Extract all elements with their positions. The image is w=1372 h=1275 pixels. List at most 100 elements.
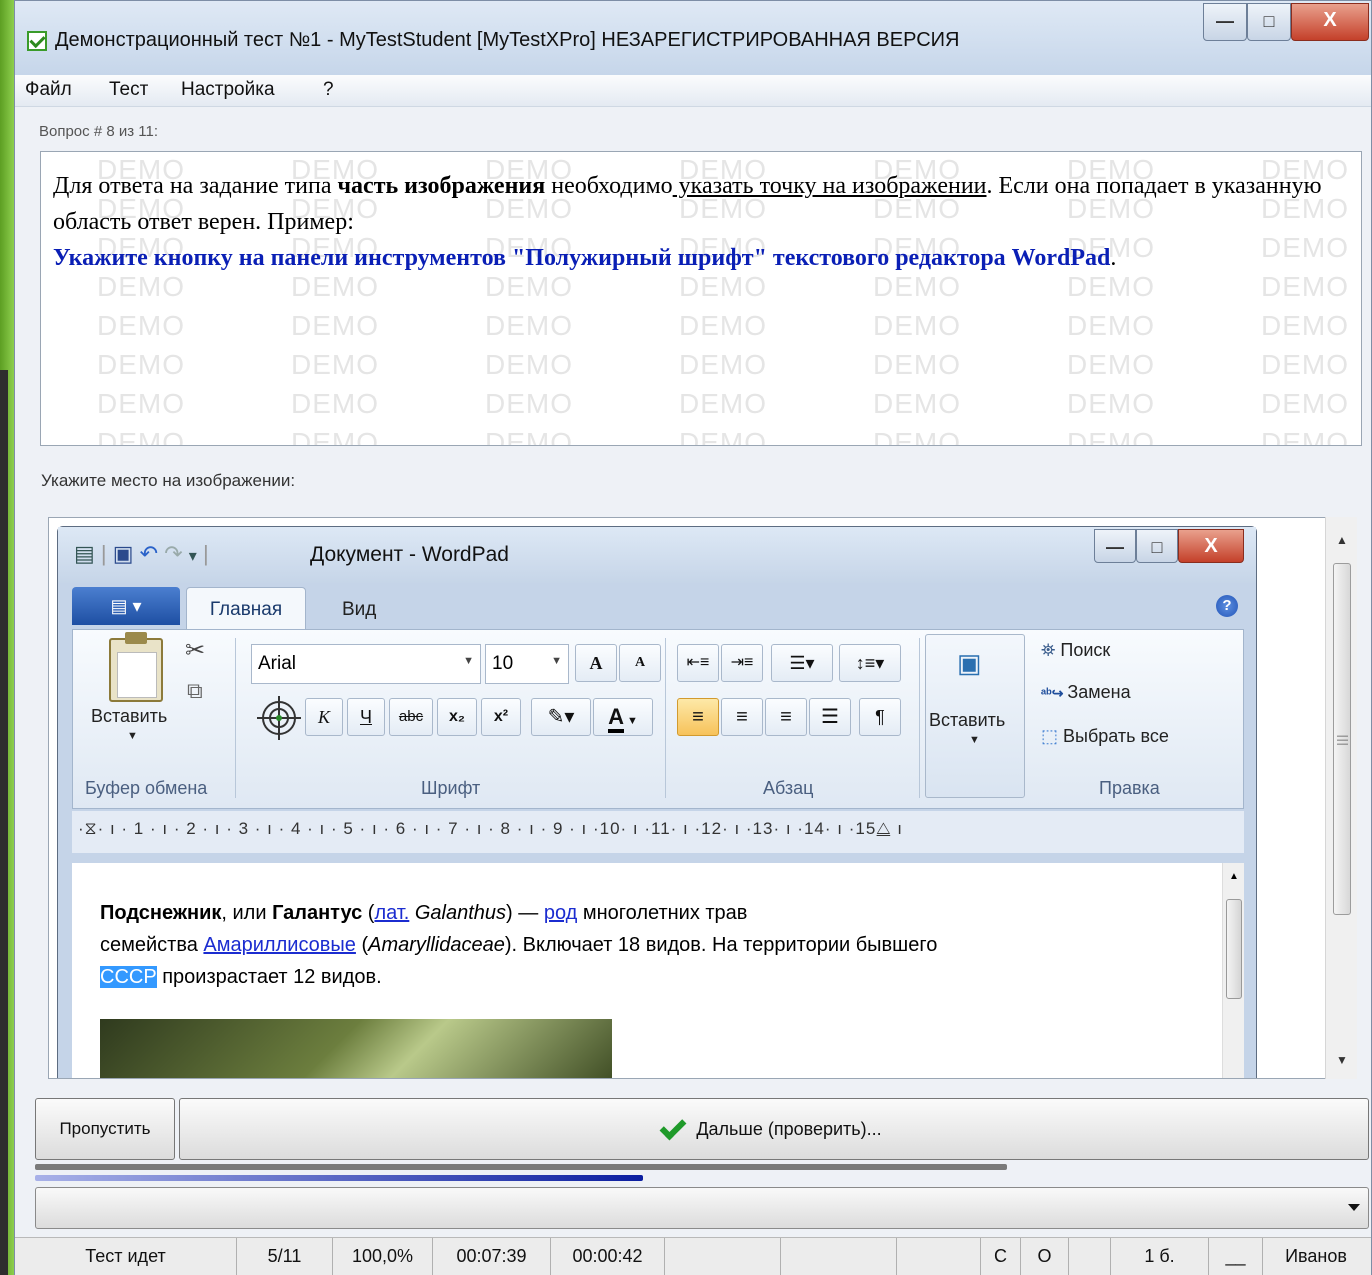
- text-color-button[interactable]: A ▼: [593, 698, 653, 736]
- wordpad-app-icon[interactable]: ▤: [74, 541, 95, 566]
- font-name-select[interactable]: Arial ▼: [251, 644, 481, 684]
- document-scrollbar[interactable]: ▲: [1222, 863, 1244, 1078]
- tab-home[interactable]: Главная: [186, 587, 306, 633]
- document-area[interactable]: Подснежник, или Галантус (лат. Galanthus…: [72, 863, 1222, 1078]
- group-clipboard-label: Буфер обмена: [85, 778, 208, 798]
- italic-button[interactable]: К: [305, 698, 343, 736]
- doc-link-genus[interactable]: род: [544, 902, 577, 924]
- superscript-button[interactable]: x²: [481, 698, 521, 736]
- align-center-button[interactable]: ≡: [721, 698, 763, 736]
- paragraph-icon: ¶: [875, 707, 885, 727]
- window-controls: — □ X: [1203, 3, 1369, 41]
- window-titlebar[interactable]: Демонстрационный тест №1 - MyTestStudent…: [15, 1, 1371, 75]
- cut-icon[interactable]: ✂: [185, 636, 205, 665]
- highlighter-icon: ✎▾: [547, 706, 575, 728]
- question-task-end: .: [1110, 245, 1117, 271]
- demo-watermark-text: DEMO: [1067, 427, 1155, 446]
- demo-watermark-text: DEMO: [1261, 388, 1349, 419]
- doc-latin-family: Amaryllidaceae: [368, 934, 505, 956]
- save-icon[interactable]: ▣: [113, 541, 134, 566]
- desktop-edge: [0, 370, 8, 1275]
- image-scrollbar[interactable]: ▲ ― ― ― ▼: [1325, 517, 1357, 1079]
- align-center-icon: ≡: [736, 706, 748, 728]
- select-all-button[interactable]: ⬚ Выбрать все: [1041, 726, 1169, 747]
- bold-button-crosshair-icon[interactable]: [255, 694, 303, 742]
- doc-text-part: ). Включает 18 видов. На территории бывш…: [504, 934, 938, 956]
- scroll-up-icon[interactable]: ▲: [1326, 525, 1358, 555]
- ruler-gap: [72, 853, 1244, 863]
- wordpad-close-button[interactable]: X: [1178, 529, 1244, 563]
- align-left-button[interactable]: ≡: [677, 698, 719, 736]
- wordpad-screenshot[interactable]: ▤ | ▣ ↶ ↷ ▾ | Документ - WordPad — □ X ▤…: [57, 526, 1257, 1078]
- scroll-up-icon[interactable]: ▲: [1229, 871, 1239, 882]
- underline-button[interactable]: Ч: [347, 698, 385, 736]
- app-menu-button[interactable]: ▤ ▾: [72, 587, 180, 625]
- wordpad-titlebar[interactable]: ▤ | ▣ ↶ ↷ ▾ | Документ - WordPad — □ X: [58, 527, 1256, 583]
- tab-view[interactable]: Вид: [342, 599, 376, 621]
- strikethrough-button[interactable]: abc: [389, 698, 433, 736]
- close-button[interactable]: X: [1291, 3, 1369, 41]
- redo-icon[interactable]: ↷: [164, 541, 182, 566]
- copy-icon[interactable]: ⧉: [187, 678, 203, 704]
- answer-image-area[interactable]: ▤ | ▣ ↶ ↷ ▾ | Документ - WordPad — □ X ▤…: [48, 517, 1338, 1079]
- progress-bar: [35, 1175, 1007, 1181]
- line-spacing-button[interactable]: ↕≡▾: [839, 644, 901, 682]
- maximize-button[interactable]: □: [1247, 3, 1291, 41]
- demo-watermark-text: DEMO: [97, 427, 185, 446]
- scroll-down-icon[interactable]: ▼: [1326, 1045, 1358, 1075]
- grow-font-icon: A: [589, 653, 603, 673]
- replace-label: Замена: [1067, 682, 1131, 702]
- progress-track: [35, 1164, 1007, 1170]
- list-button[interactable]: ☰▾: [771, 644, 833, 682]
- status-time-question: 00:00:42: [551, 1238, 665, 1275]
- chevron-down-icon[interactable]: [1348, 1204, 1360, 1211]
- find-button[interactable]: ⛯ Поиск: [1041, 640, 1110, 661]
- doc-text-part: ) —: [506, 902, 544, 924]
- next-check-button[interactable]: Дальше (проверить)...: [179, 1098, 1369, 1160]
- status-empty: [781, 1238, 897, 1275]
- demo-watermark-text: DEMO: [97, 349, 185, 380]
- doc-link-lat[interactable]: лат.: [374, 902, 409, 924]
- font-size-select[interactable]: 10 ▼: [485, 644, 569, 684]
- paste-button-label[interactable]: Вставить: [91, 706, 167, 727]
- minimize-button[interactable]: —: [1203, 3, 1247, 41]
- demo-watermark-text: DEMO: [873, 310, 961, 341]
- ruler[interactable]: ·⧖· ı · 1 · ı · 2 · ı · 3 · ı · 4 · ı · …: [72, 811, 1244, 853]
- menu-help[interactable]: ?: [323, 79, 334, 101]
- shrink-font-icon: A: [634, 655, 646, 670]
- status-empty: [897, 1238, 981, 1275]
- document-scroll-thumb[interactable]: [1226, 899, 1242, 999]
- menu-file[interactable]: Файл: [25, 79, 72, 101]
- decrease-indent-button[interactable]: ⇤≡: [677, 644, 719, 682]
- progress-fill: [35, 1175, 643, 1181]
- shrink-font-button[interactable]: A: [619, 644, 661, 682]
- answer-prompt: Укажите место на изображении:: [41, 471, 296, 490]
- replace-button[interactable]: ᵃᵇ↪ Замена: [1041, 682, 1131, 703]
- undo-icon[interactable]: ↶: [140, 541, 158, 566]
- wordpad-minimize-button[interactable]: —: [1094, 529, 1136, 563]
- align-right-button[interactable]: ≡: [765, 698, 807, 736]
- menu-test[interactable]: Тест: [109, 79, 148, 101]
- demo-watermark-text: DEMO: [485, 310, 573, 341]
- skip-button[interactable]: Пропустить: [35, 1098, 175, 1160]
- paragraph-button[interactable]: ¶: [859, 698, 901, 736]
- question-counter: Вопрос # 8 из 11:: [39, 123, 159, 140]
- status-state: Тест идет: [15, 1238, 237, 1275]
- justify-button[interactable]: ☰: [809, 698, 851, 736]
- demo-watermark-text: DEMO: [291, 349, 379, 380]
- increase-indent-button[interactable]: ⇥≡: [721, 644, 763, 682]
- image-scroll-thumb[interactable]: ― ― ―: [1333, 563, 1351, 915]
- wordpad-maximize-button[interactable]: □: [1136, 529, 1178, 563]
- customize-qa-icon[interactable]: ▾: [189, 548, 197, 565]
- highlight-color-button[interactable]: ✎▾: [531, 698, 591, 736]
- question-term: часть изображения: [337, 173, 546, 199]
- help-icon[interactable]: ?: [1216, 595, 1238, 617]
- doc-link-family[interactable]: Амариллисовые: [203, 934, 356, 956]
- paste-dropdown-icon[interactable]: ▼: [127, 730, 138, 742]
- subscript-button[interactable]: x₂: [437, 698, 477, 736]
- answer-combobox[interactable]: [35, 1187, 1369, 1229]
- doc-text-part: (: [362, 902, 375, 924]
- paste-icon[interactable]: [109, 632, 163, 702]
- grow-font-button[interactable]: A: [575, 644, 617, 682]
- menu-settings[interactable]: Настройка: [181, 79, 275, 101]
